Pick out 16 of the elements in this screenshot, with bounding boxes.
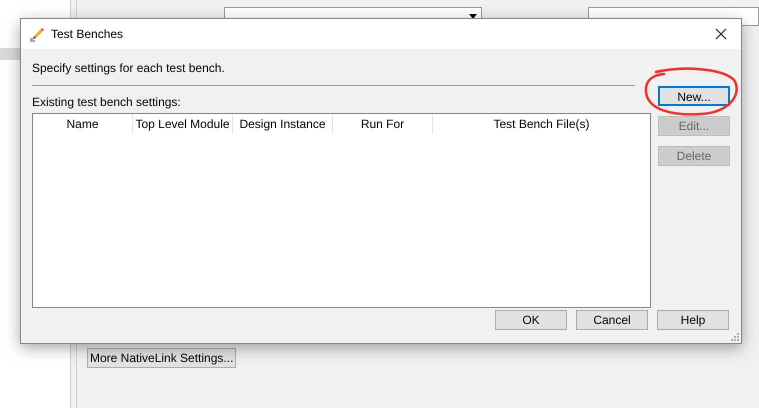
side-button[interactable]: New... [658, 86, 730, 106]
close-icon [715, 28, 727, 40]
dialog-button[interactable]: Help [657, 310, 729, 330]
column-header[interactable]: Top Level Module [133, 114, 233, 134]
column-header[interactable]: Name [33, 114, 133, 134]
table-label: Existing test bench settings: [32, 95, 182, 109]
column-header[interactable]: Design Instance [233, 114, 333, 134]
pencil-icon [29, 26, 45, 42]
resize-grip-icon [731, 333, 739, 341]
dialog-button[interactable]: Cancel [576, 310, 648, 330]
dialog-button[interactable]: OK [495, 310, 567, 330]
column-header[interactable]: Run For [333, 114, 433, 134]
more-settings-button[interactable]: More NativeLink Settings... [87, 348, 236, 368]
instruction-text: Specify settings for each test bench. [32, 61, 226, 75]
window-title: Test Benches [51, 26, 124, 43]
column-header[interactable]: Test Bench File(s) [433, 114, 650, 134]
